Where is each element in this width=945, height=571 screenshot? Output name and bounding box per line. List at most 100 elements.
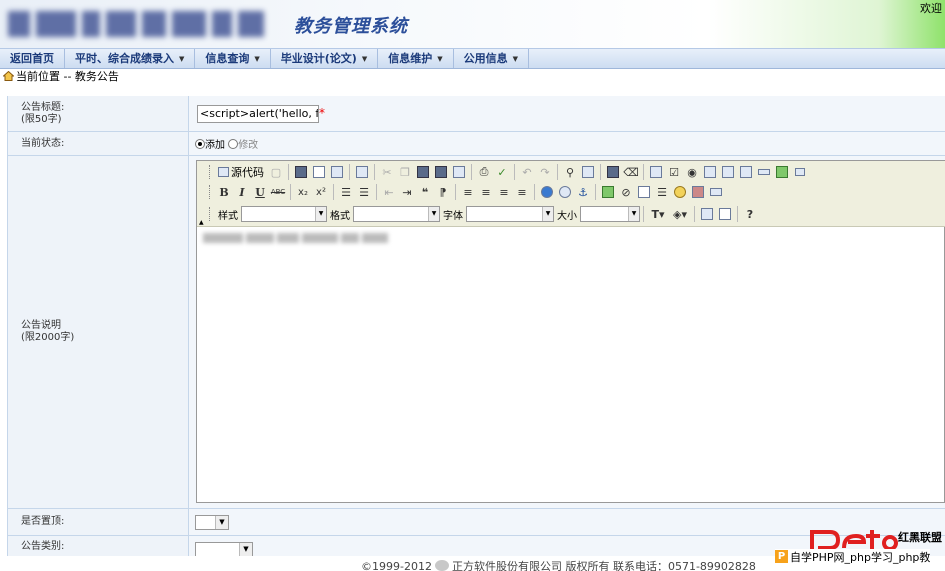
undo-icon[interactable]: ↶ [518,163,536,181]
style-select[interactable]: ▼ [241,206,327,222]
editor-toolbar: 源代码 ▢ ✂ ❐ ⎙ ✓ ↶ ↷ ⚲ ⌫ ☑ ◉ B I U ABC x₂ x… [197,161,945,227]
title-input[interactable]: <script>alert('hello, fri [197,105,319,123]
subscript-button[interactable]: x₂ [294,183,312,201]
format-label: 格式 [330,210,350,222]
print-preview-icon[interactable] [328,163,346,181]
watermark-text: 自学PHP网_php学习_php教 [790,550,931,564]
chevron-down-icon: ▼ [542,207,553,221]
print-icon[interactable]: ⎙ [475,163,493,181]
paste-text-icon[interactable] [432,163,450,181]
cut-icon[interactable]: ✂ [378,163,396,181]
dropdown-arrow-icon: ▼ [512,55,519,63]
checkbox-icon[interactable]: ☑ [665,163,683,181]
table-icon[interactable] [635,183,653,201]
align-center-icon[interactable]: ≡ [477,183,495,201]
nav-info-query[interactable]: 信息查询 ▼ [195,49,271,68]
category-select[interactable]: ▼ [195,542,253,557]
new-page-icon[interactable] [310,163,328,181]
horizontal-rule-icon[interactable]: ☰ [653,183,671,201]
find-icon[interactable]: ⚲ [561,163,579,181]
size-select[interactable]: ▼ [580,206,640,222]
page-break-icon[interactable] [707,183,725,201]
blurred-content [203,233,388,243]
paste-icon[interactable] [414,163,432,181]
smiley-icon[interactable] [671,183,689,201]
help-icon[interactable]: ? [741,205,759,223]
button-field-icon[interactable] [755,163,773,181]
title-value-cell: <script>alert('hello, fri * [189,96,945,131]
templates-icon[interactable] [353,163,371,181]
chevron-down-icon: ▼ [315,207,326,221]
preview-icon[interactable]: ▢ [267,163,285,181]
status-label: 当前状态: [7,132,189,155]
bg-color-icon[interactable]: ◈▾ [669,205,691,223]
dropdown-arrow-icon: ▼ [437,55,443,63]
collapse-toolbar-icon[interactable]: ▲ [199,219,204,226]
indent-icon[interactable]: ⇥ [398,183,416,201]
special-char-icon[interactable] [689,183,707,201]
align-left-icon[interactable]: ≡ [459,183,477,201]
hidden-field-icon[interactable] [791,163,809,181]
paste-word-icon[interactable] [450,163,468,181]
font-select[interactable]: ▼ [466,206,554,222]
show-blocks-icon[interactable] [716,205,734,223]
select-all-icon[interactable] [604,163,622,181]
status-radio-add[interactable] [195,139,205,149]
image-button-icon[interactable] [773,163,791,181]
form-icon[interactable] [647,163,665,181]
nav-graduation-design[interactable]: 毕业设计(论文) ▼ [271,49,379,68]
bold-button[interactable]: B [215,183,233,201]
nav-info-maintenance[interactable]: 信息维护 ▼ [378,49,454,68]
category-label: 公告类别: [7,536,189,558]
source-code-button[interactable]: 源代码 [215,164,267,180]
nav-score-entry[interactable]: 平时、综合成绩录入 ▼ [65,49,196,68]
bulleted-list-icon[interactable]: ☰ [355,183,373,201]
redo-icon[interactable]: ↷ [536,163,554,181]
nav-public-info[interactable]: 公用信息 ▼ [454,49,530,68]
strike-button[interactable]: ABC [269,183,287,201]
nav-label: 毕业设计(论文) [280,52,357,65]
align-justify-icon[interactable]: ≡ [513,183,531,201]
anchor-icon[interactable]: ⚓ [574,183,592,201]
format-select[interactable]: ▼ [353,206,440,222]
copy-icon[interactable]: ❐ [396,163,414,181]
select-field-icon[interactable] [737,163,755,181]
source-icon [218,167,229,177]
underline-button[interactable]: U [251,183,269,201]
text-color-icon[interactable]: T▾ [647,205,669,223]
watermark-p-icon: P [775,550,788,563]
div-container-icon[interactable]: ⁋ [434,183,452,201]
spellcheck-icon[interactable]: ✓ [493,163,511,181]
status-radio-edit[interactable] [228,139,239,149]
school-logo [8,4,276,44]
superscript-button[interactable]: x² [312,183,330,201]
remove-format-icon[interactable]: ⌫ [622,163,640,181]
editor-content-area[interactable] [197,228,944,502]
align-right-icon[interactable]: ≡ [495,183,513,201]
save-icon[interactable] [292,163,310,181]
radio-icon[interactable]: ◉ [683,163,701,181]
italic-button[interactable]: I [233,183,251,201]
link-icon[interactable] [538,183,556,201]
status-row: 当前状态: 添加 修改 [7,132,945,156]
copyright-text: ©1999-2012 正方软件股份有限公司 版权所有 联系电话：0571-8990… [361,560,756,571]
blockquote-icon[interactable]: ❝ [416,183,434,201]
unlink-icon[interactable] [556,183,574,201]
textfield-icon[interactable] [701,163,719,181]
size-label: 大小 [557,210,577,222]
replace-icon[interactable] [579,163,597,181]
flash-icon[interactable]: ⊘ [617,183,635,201]
chevron-down-icon: ▼ [239,543,252,556]
image-icon[interactable] [599,183,617,201]
numbered-list-icon[interactable]: ☰ [337,183,355,201]
pin-top-select[interactable]: ▼ [195,515,229,530]
nav-home[interactable]: 返回首页 [0,49,65,68]
chevron-down-icon: ▼ [215,516,228,529]
chevron-down-icon: ▼ [628,207,639,221]
radio-label-edit: 修改 [238,140,259,151]
outdent-icon[interactable]: ⇤ [380,183,398,201]
watermark-brand: 红黑联盟 [898,531,942,544]
dropdown-arrow-icon: ▼ [179,55,185,63]
maximize-icon[interactable] [698,205,716,223]
textarea-icon[interactable] [719,163,737,181]
